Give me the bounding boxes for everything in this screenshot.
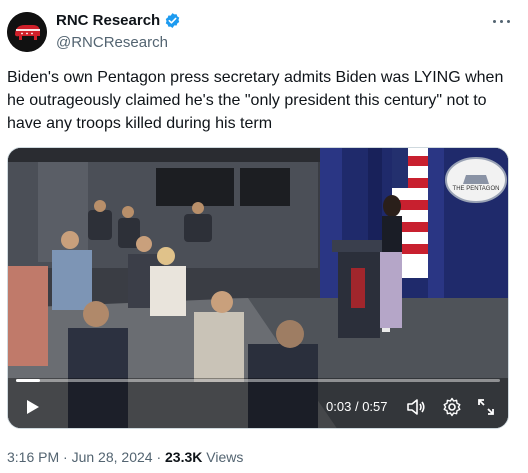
volume-icon[interactable] (406, 397, 426, 417)
video-progress-fill (16, 379, 41, 382)
tweet-time[interactable]: 3:16 PM (7, 449, 59, 465)
views-label: Views (206, 449, 244, 465)
more-options-icon[interactable] (492, 14, 512, 30)
video-progress-bar[interactable] (16, 379, 500, 382)
tweet-header: RNC Research @RNCResearch (0, 0, 528, 60)
views-count[interactable]: 23.3K (165, 449, 202, 465)
tweet-text: Biden's own Pentagon press secretary adm… (7, 69, 504, 132)
account-name[interactable]: RNC Research (56, 12, 160, 29)
video-player[interactable]: THE PENTAGON 0:03 / 0:57 (7, 147, 509, 429)
current-time: 0:03 (326, 399, 352, 414)
settings-gear-icon[interactable] (442, 397, 462, 417)
duration: 0:57 (362, 399, 388, 414)
account-handle[interactable]: @RNCResearch (56, 34, 168, 51)
video-time: 0:03 / 0:57 (326, 399, 388, 414)
fullscreen-icon[interactable] (476, 397, 496, 417)
pentagon-seal-text: THE PENTAGON (453, 186, 500, 192)
video-controls: 0:03 / 0:57 (8, 386, 508, 428)
meta-separator: · (63, 449, 68, 465)
avatar[interactable] (7, 12, 47, 52)
meta-separator: · (156, 449, 162, 465)
tweet-date[interactable]: Jun 28, 2024 (72, 449, 153, 465)
elephant-logo-icon (7, 12, 47, 52)
tweet-meta: 3:16 PM · Jun 28, 2024 · 23.3K Views (7, 449, 243, 465)
play-icon[interactable] (22, 397, 42, 417)
time-separator: / (354, 399, 359, 414)
verified-badge-icon (165, 13, 180, 28)
